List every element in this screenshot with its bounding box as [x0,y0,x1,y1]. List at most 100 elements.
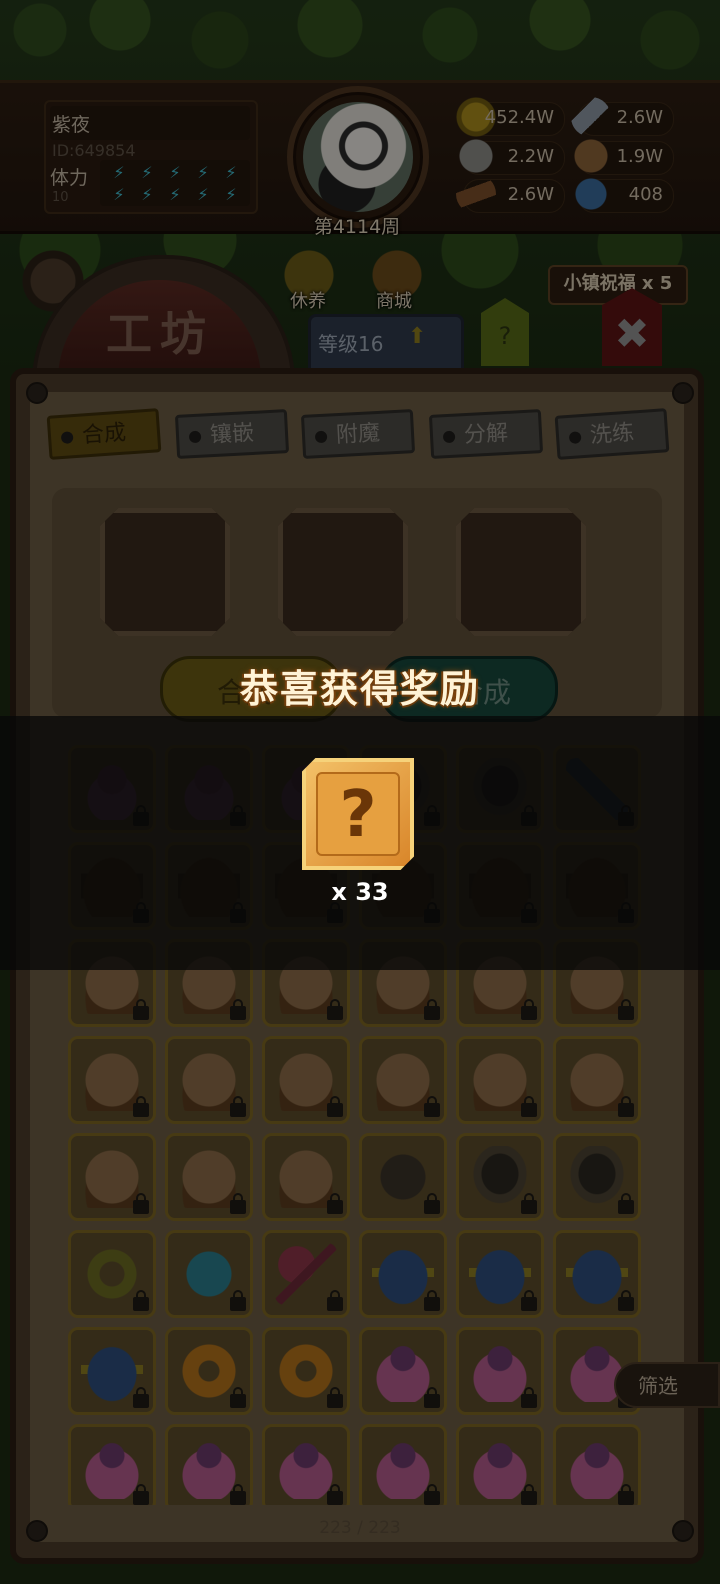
tab-label: 附魔 [335,420,381,449]
inventory-slot[interactable] [456,1327,544,1415]
chest-open-icon [178,1146,240,1208]
shop-label[interactable]: 商城 [376,287,412,313]
rest-label[interactable]: 休养 [290,287,326,313]
inventory-slot[interactable] [68,1327,156,1415]
wood-log-icon [456,174,496,214]
inventory-slot[interactable] [68,1424,156,1505]
tab-refine[interactable]: 洗练 [554,408,670,460]
workshop-level: 等级16 [318,332,384,356]
inventory-slot[interactable] [359,1230,447,1318]
armor-icon [469,1146,531,1208]
bag-pink-icon [275,1437,337,1499]
lock-icon [521,1290,537,1311]
lock-icon [230,1096,246,1117]
lock-icon [521,1387,537,1408]
lock-icon [133,999,149,1020]
helm-blue-icon [81,1340,143,1402]
lock-icon [618,1096,634,1117]
inventory-slot[interactable] [262,1230,350,1318]
lightning-icon: ⚡ [197,163,209,182]
inventory-slot[interactable] [68,1230,156,1318]
lock-icon [133,1193,149,1214]
material-slot[interactable] [456,508,586,636]
inventory-slot[interactable] [553,1036,641,1124]
chest-open-icon [469,1049,531,1111]
tab-decompose[interactable]: 分解 [428,409,544,459]
resource-gold[interactable]: 452.4W [456,97,565,137]
inventory-slot[interactable] [456,1133,544,1221]
inventory-slot[interactable] [165,1230,253,1318]
avatar[interactable] [303,102,413,212]
tab-synthesize[interactable]: 合成 [46,408,162,460]
tab-label: 分解 [463,420,509,449]
lightning-icon: ⚡ [141,185,153,204]
resource-value: 2.2W [507,146,554,167]
lightning-icon: ⚡ [169,185,181,204]
resource-crystal[interactable]: 408 [571,174,674,214]
rivet-icon [26,382,48,404]
inventory-slot[interactable] [553,1230,641,1318]
lock-icon [133,1290,149,1311]
player-id: ID:649854 [52,141,136,160]
tab-inlay[interactable]: 镶嵌 [174,409,290,459]
lock-icon [327,1193,343,1214]
stamina-value: 10 [52,190,69,205]
chest-open-icon [275,1049,337,1111]
inventory-slot[interactable] [165,1327,253,1415]
lock-icon [618,1193,634,1214]
helm-blue-icon [566,1243,628,1305]
inventory-slot[interactable] [456,1036,544,1124]
inventory-slot[interactable] [262,1133,350,1221]
inventory-slot[interactable] [553,1424,641,1505]
lock-icon [133,1096,149,1117]
reward-title: 恭喜获得奖励 [239,667,480,711]
tab-dot [568,431,582,444]
lock-icon [521,1193,537,1214]
lock-icon [424,1387,440,1408]
rivet-icon [672,382,694,404]
filter-button[interactable]: 筛选 [614,1362,720,1408]
workshop-title: 工坊 [106,307,214,361]
inventory-slot[interactable] [553,1133,641,1221]
inventory-slot[interactable] [359,1036,447,1124]
inventory-slot[interactable] [68,1133,156,1221]
reward-quantity: x 33 [331,878,389,906]
inventory-slot[interactable] [262,1036,350,1124]
inventory-count: 223 / 223 [319,1518,401,1538]
level-up-arrow-icon: ⬆ [408,324,427,349]
resource-value: 2.6W [616,107,663,128]
inventory-slot[interactable] [359,1327,447,1415]
lock-icon [521,1096,537,1117]
player-name: 紫夜 [52,114,91,136]
helm-blue-icon [469,1243,531,1305]
resource-stone[interactable]: 2.2W [456,136,565,176]
inventory-slot[interactable] [456,1424,544,1505]
inventory-slot[interactable] [165,1133,253,1221]
material-slot[interactable] [278,508,408,636]
inventory-slot[interactable] [68,1036,156,1124]
lightning-icon: ⚡ [197,185,209,204]
lock-icon [230,1387,246,1408]
mystery-box-icon[interactable]: ? [302,758,414,870]
lock-icon [230,1484,246,1505]
chest-open-icon [81,1049,143,1111]
inventory-slot[interactable] [165,1036,253,1124]
material-slot[interactable] [100,508,230,636]
bag-pink-icon [372,1340,434,1402]
lock-icon [618,999,634,1020]
inventory-slot[interactable] [456,1230,544,1318]
inventory-slot[interactable] [262,1424,350,1505]
inventory-slot[interactable] [359,1133,447,1221]
dragon-icon [275,1340,337,1402]
resource-leather[interactable]: 1.9W [571,136,674,176]
inventory-slot[interactable] [262,1327,350,1415]
lock-icon [133,1387,149,1408]
inventory-slot[interactable] [165,1424,253,1505]
resource-value: 452.4W [484,107,554,128]
tab-enchant[interactable]: 附魔 [300,409,416,459]
inventory-slot[interactable] [359,1424,447,1505]
lightning-icon: ⚡ [225,163,237,182]
resource-wood[interactable]: 2.6W [456,174,565,214]
lock-icon [230,1193,246,1214]
resource-iron[interactable]: 2.6W [571,97,674,137]
